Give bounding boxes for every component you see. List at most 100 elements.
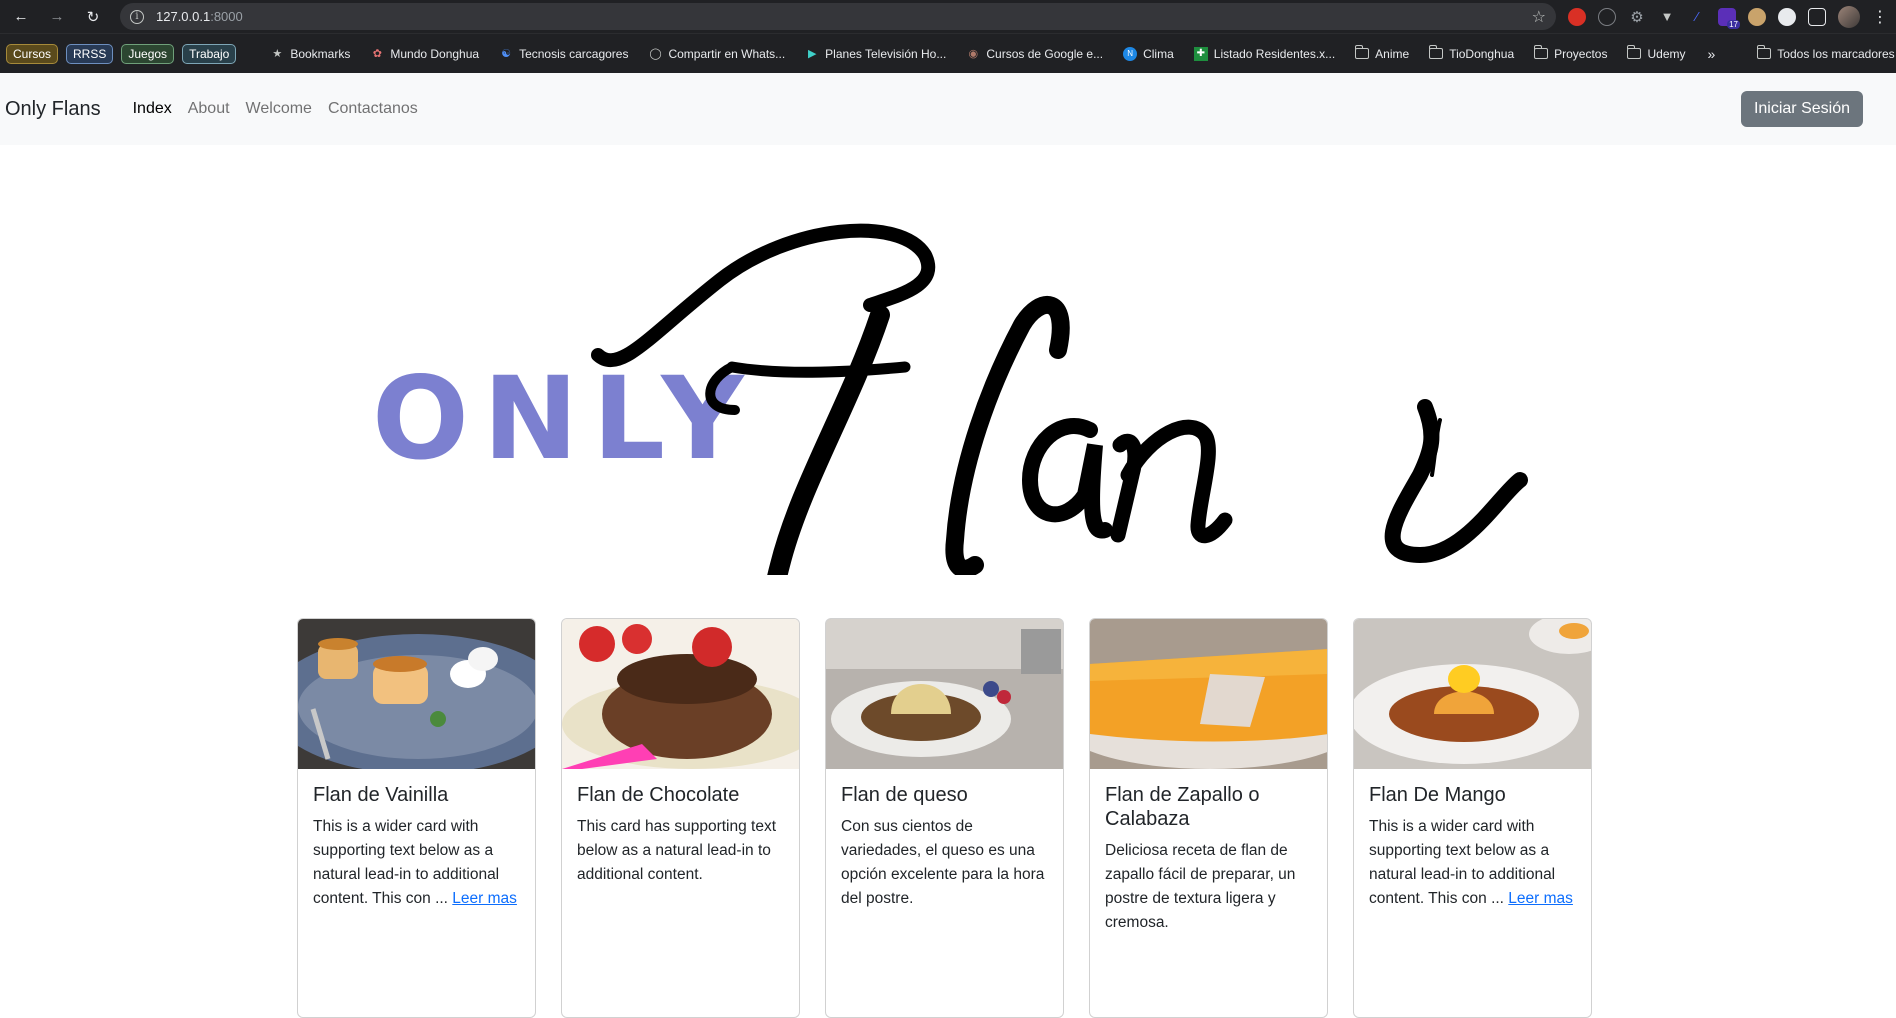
extension-gear-icon[interactable]: ⚙	[1628, 8, 1646, 26]
bookmark-label: Bookmarks	[290, 46, 351, 61]
bookmark-label: Todos los marcadores	[1777, 46, 1895, 61]
card-title: Flan de queso	[841, 784, 968, 806]
extension-shield-icon[interactable]	[1568, 7, 1586, 26]
extension-pen-icon[interactable]: ⁄	[1688, 8, 1706, 26]
bookmark-folder[interactable]: Proyectos	[1528, 45, 1613, 61]
reload-icon[interactable]: ↻	[80, 4, 106, 30]
bookmark-star-icon[interactable]: ☆	[1532, 7, 1546, 27]
browser-toolbar: ← → ↻ i 127.0.0.1:8000 ☆ ⚙ ▼ ⁄ 17 ⋮	[0, 0, 1896, 33]
bookmark-label: Udemy	[1647, 46, 1686, 61]
card-flan-zapallo: Flan de Zapallo o Calabaza Deliciosa rec…	[1089, 618, 1328, 1018]
bookmark-label: TioDonghua	[1449, 46, 1515, 61]
bookmark-group-rrss[interactable]: RRSS	[66, 43, 114, 64]
back-arrow-icon[interactable]: ←	[8, 4, 34, 30]
card-text: This is a wider card with supporting tex…	[313, 815, 520, 911]
flan-vainilla-image	[298, 619, 535, 769]
bookmark-item[interactable]: ✚ Listado Residentes.x...	[1188, 46, 1341, 61]
flan-mango-image	[1354, 619, 1591, 769]
more-bookmarks-chevron-icon[interactable]: »	[1700, 46, 1724, 62]
flans-script-logo	[591, 223, 1528, 575]
site-navbar: Only Flans Index About Welcome Contactan…	[0, 73, 1896, 145]
bookmark-item[interactable]: ◉ Cursos de Google e...	[960, 47, 1109, 61]
bookmark-item[interactable]: ☯ Tecnosis carcagores	[493, 47, 634, 61]
card-flan-mango: Flan De Mango This is a wider card with …	[1353, 618, 1592, 1018]
folder-icon	[1533, 45, 1549, 59]
card-text: This card has supporting text below as a…	[577, 815, 784, 887]
nav-link-contactanos[interactable]: Contactanos	[320, 92, 426, 126]
folder-icon	[1354, 45, 1370, 59]
bookmarks-bar: Cursos RRSS Juegos Trabajo ★ Bookmarks ✿ M…	[0, 33, 1896, 73]
bookmark-label: Listado Residentes.x...	[1213, 46, 1336, 61]
site-icon: ☯	[501, 48, 512, 60]
bookmark-item[interactable]: ◯ Compartir en Whats...	[642, 47, 791, 61]
extension-badge-icon[interactable]: 17	[1718, 7, 1740, 29]
read-more-link[interactable]: Leer mas	[452, 890, 517, 907]
brand-link[interactable]: Only Flans	[5, 98, 101, 121]
bookmark-label: Anime	[1375, 46, 1410, 61]
read-more-link[interactable]: Leer mas	[1508, 890, 1573, 907]
extension-sync-icon[interactable]	[1598, 7, 1616, 26]
nav-link-index[interactable]: Index	[125, 92, 180, 126]
card-text-body: Con sus cientos de variedades, el queso …	[841, 818, 1045, 907]
globe-icon: ◯	[649, 48, 662, 60]
card-flan-chocolate: Flan de Chocolate This card has supporti…	[561, 618, 800, 1018]
folder-icon	[1428, 45, 1444, 59]
bookmark-folder[interactable]: TioDonghua	[1423, 45, 1520, 61]
menu-kebab-icon[interactable]: ⋮	[1872, 7, 1888, 27]
bookmark-item[interactable]: ▶ Planes Televisión Ho...	[799, 47, 952, 61]
bookmark-label: Proyectos	[1554, 46, 1608, 61]
login-button[interactable]: Iniciar Sesión	[1740, 91, 1863, 127]
site-info-icon[interactable]: i	[130, 9, 144, 24]
hero-logo: ONLY	[0, 145, 1896, 575]
card-text-body: Deliciosa receta de flan de zapallo fáci…	[1105, 842, 1296, 931]
flan-cards: Flan de Vainilla This is a wider card wi…	[297, 618, 1592, 1018]
url-port: :8000	[210, 9, 243, 24]
card-title: Flan de Vainilla	[313, 784, 449, 806]
profile-avatar[interactable]	[1838, 5, 1860, 28]
nav-link-welcome[interactable]: Welcome	[238, 92, 320, 126]
bookmark-label: Tecnosis carcagores	[519, 46, 629, 61]
extension-badge-count: 17	[1727, 19, 1740, 29]
bookmark-item[interactable]: N Clima	[1117, 46, 1180, 61]
folder-icon	[1627, 45, 1642, 59]
site-icon: ◉	[968, 48, 979, 60]
bookmark-group-juegos[interactable]: Juegos	[121, 43, 175, 64]
bookmark-group-cursos[interactable]: Cursos	[6, 43, 59, 64]
card-text-body: This card has supporting text below as a…	[577, 818, 777, 883]
folder-icon	[1756, 45, 1772, 59]
card-flan-vainilla: Flan de Vainilla This is a wider card wi…	[297, 618, 536, 1018]
bookmark-folder[interactable]: Udemy	[1621, 45, 1691, 61]
site-icon: ✿	[372, 48, 382, 60]
nav-link-about[interactable]: About	[180, 92, 238, 126]
extension-vue-icon[interactable]: ▼	[1658, 8, 1676, 26]
bookmark-folder[interactable]: Anime	[1349, 45, 1415, 61]
card-title: Flan De Mango	[1369, 784, 1506, 806]
bookmark-label: Cursos de Google e...	[986, 46, 1104, 61]
play-icon: ▶	[807, 48, 817, 60]
extension-circle-icon[interactable]	[1778, 7, 1796, 26]
extensions-puzzle-icon[interactable]	[1808, 7, 1826, 26]
bookmark-label: Mundo Donghua	[390, 46, 480, 61]
star-icon: ★	[272, 48, 283, 60]
card-title: Flan de Zapallo o Calabaza	[1105, 784, 1260, 830]
bookmark-item[interactable]: ✿ Mundo Donghua	[364, 47, 485, 61]
extension-face-icon[interactable]	[1748, 7, 1766, 26]
card-text: This is a wider card with supporting tex…	[1369, 815, 1576, 911]
address-bar[interactable]: i 127.0.0.1:8000 ☆	[120, 3, 1556, 30]
url-host: 127.0.0.1	[156, 9, 211, 24]
flan-queso-image	[826, 619, 1063, 769]
card-flan-queso: Flan de queso Con sus cientos de varieda…	[825, 618, 1064, 1018]
flan-zapallo-image	[1090, 619, 1327, 769]
card-text: Deliciosa receta de flan de zapallo fáci…	[1105, 839, 1312, 935]
bookmark-label: Compartir en Whats...	[668, 46, 786, 61]
bookmark-group-trabajo[interactable]: Trabajo	[182, 43, 237, 64]
weather-icon: N	[1123, 46, 1138, 61]
bookmark-label: Planes Televisión Ho...	[825, 46, 947, 61]
bookmark-item[interactable]: ★ Bookmarks	[264, 47, 356, 61]
card-title: Flan de Chocolate	[577, 784, 740, 806]
flan-chocolate-image	[562, 619, 799, 769]
forward-arrow-icon[interactable]: →	[44, 4, 70, 30]
bookmark-label: Clima	[1143, 46, 1174, 61]
card-text: Con sus cientos de variedades, el queso …	[841, 815, 1048, 911]
all-bookmarks-folder[interactable]: Todos los marcadores	[1751, 45, 1896, 61]
